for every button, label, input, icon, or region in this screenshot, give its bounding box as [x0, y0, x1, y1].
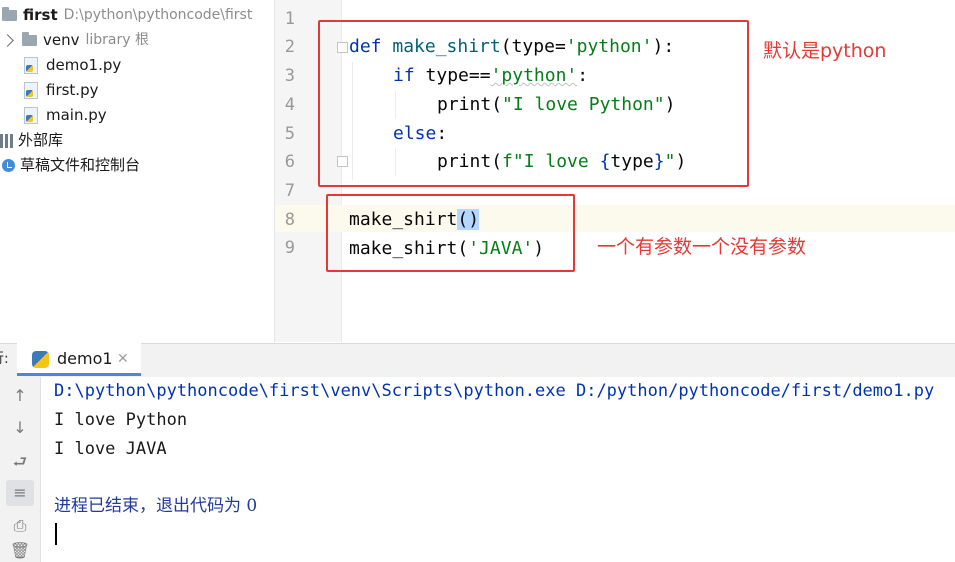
- console-caret: [55, 523, 57, 545]
- folder-icon: [22, 32, 37, 46]
- library-icon: [0, 133, 14, 148]
- annotation-call-note: 一个有参数一个没有参数: [597, 236, 807, 258]
- file-name: demo1.py: [46, 56, 122, 74]
- chevron-right-icon[interactable]: [1, 34, 14, 47]
- scroll-up-icon[interactable]: ↑: [6, 383, 34, 409]
- annotation-box-calls: [326, 194, 575, 272]
- tree-item-main[interactable]: main.py: [24, 103, 107, 128]
- line-number: 8: [284, 210, 295, 230]
- soft-wrap-icon[interactable]: ⮐: [6, 449, 34, 475]
- scratches-label: 草稿文件和控制台: [20, 156, 141, 174]
- scratch-icon: [2, 159, 15, 172]
- root-name: first: [23, 6, 58, 24]
- python-file-icon: [24, 107, 38, 124]
- line-number: 9: [284, 238, 295, 258]
- python-icon: [32, 351, 49, 368]
- python-file-icon: [24, 82, 38, 99]
- file-name: first.py: [46, 81, 99, 99]
- python-file-icon: [24, 57, 38, 74]
- print-icon[interactable]: ⎙: [6, 513, 34, 539]
- external-libs-label: 外部库: [18, 131, 64, 149]
- console-exit-message: 进程已结束，退出代码为 0: [54, 496, 258, 516]
- run-panel-header: [0, 343, 955, 378]
- line-number: 5: [284, 124, 295, 144]
- line-number: 3: [284, 66, 295, 86]
- tree-item-venv[interactable]: venv library 根: [1, 28, 150, 53]
- console-output-line: I love JAVA: [54, 439, 167, 459]
- line-number: 7: [284, 181, 295, 201]
- run-toolbar: ↑ ↓ ⮐ ≡ ⎙ 🗑: [0, 377, 41, 562]
- close-icon[interactable]: ✕: [117, 343, 129, 375]
- tree-root-first[interactable]: first D:\python\pythoncode\first: [2, 3, 252, 28]
- root-path: D:\python\pythoncode\first: [63, 7, 253, 23]
- line-number: 2: [284, 37, 295, 57]
- line-number: 4: [284, 95, 295, 115]
- line-number: 6: [284, 152, 295, 172]
- run-prefix-label: 行:: [0, 351, 9, 367]
- tree-item-external-libs[interactable]: 外部库: [0, 128, 63, 153]
- trash-icon[interactable]: 🗑: [6, 541, 34, 561]
- scroll-down-icon[interactable]: ↓: [6, 415, 34, 441]
- tree-item-demo1[interactable]: demo1.py: [24, 53, 121, 78]
- file-name: main.py: [46, 106, 107, 124]
- tree-item-first[interactable]: first.py: [24, 78, 98, 103]
- scroll-to-end-icon[interactable]: ≡: [6, 480, 34, 506]
- line-number: 1: [284, 9, 295, 29]
- venv-name: venv: [43, 31, 80, 49]
- venv-note: library 根: [85, 32, 150, 48]
- annotation-box-function: [318, 20, 749, 187]
- project-tree: first D:\python\pythoncode\first venv libr…: [0, 0, 275, 342]
- folder-icon: [2, 7, 17, 21]
- tree-item-scratches[interactable]: 草稿文件和控制台: [2, 153, 140, 178]
- console-command: D:\python\pythoncode\first\venv\Scripts\…: [54, 381, 935, 401]
- run-tab-label: demo1: [57, 349, 113, 368]
- annotation-default-note: 默认是python: [763, 40, 887, 62]
- console-output-line: I love Python: [54, 410, 188, 430]
- run-tab-demo1[interactable]: demo1 ✕: [17, 343, 141, 376]
